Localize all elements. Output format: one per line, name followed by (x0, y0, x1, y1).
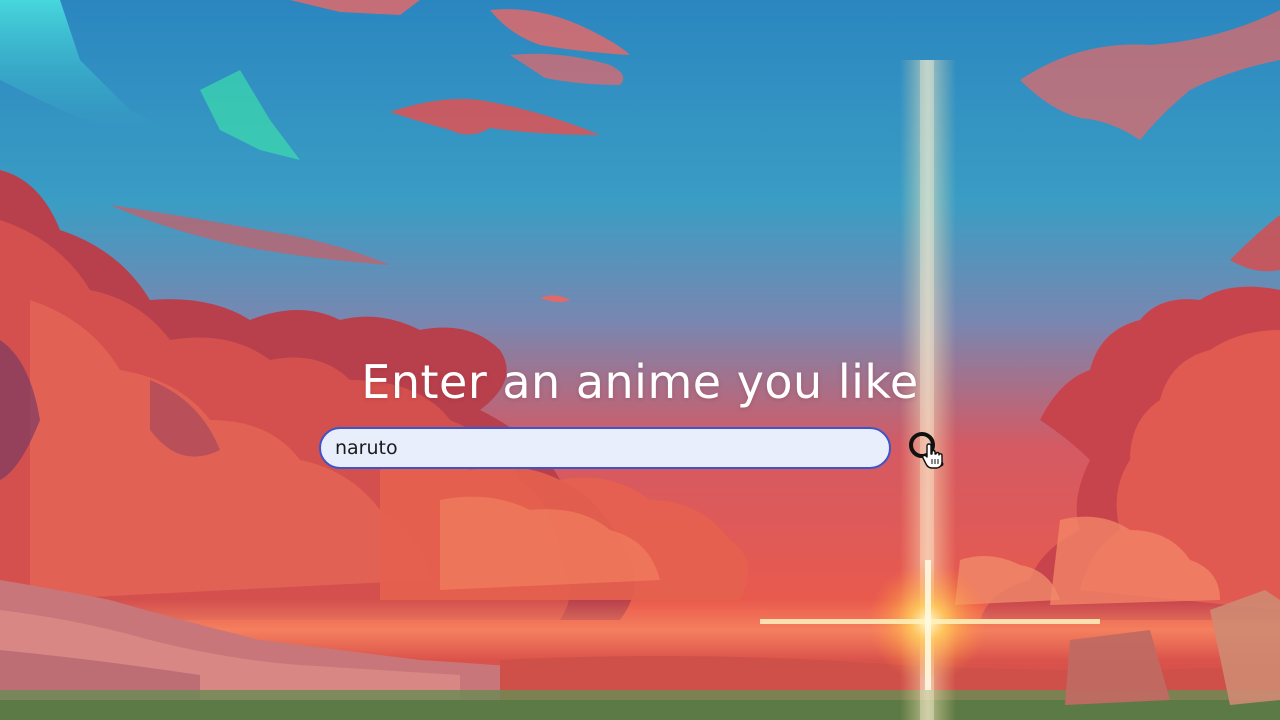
search-input[interactable] (319, 427, 891, 469)
page-title: Enter an anime you like (361, 355, 919, 409)
magnifier-icon (909, 432, 944, 469)
search-button[interactable] (907, 430, 947, 470)
search-bar (319, 427, 959, 469)
